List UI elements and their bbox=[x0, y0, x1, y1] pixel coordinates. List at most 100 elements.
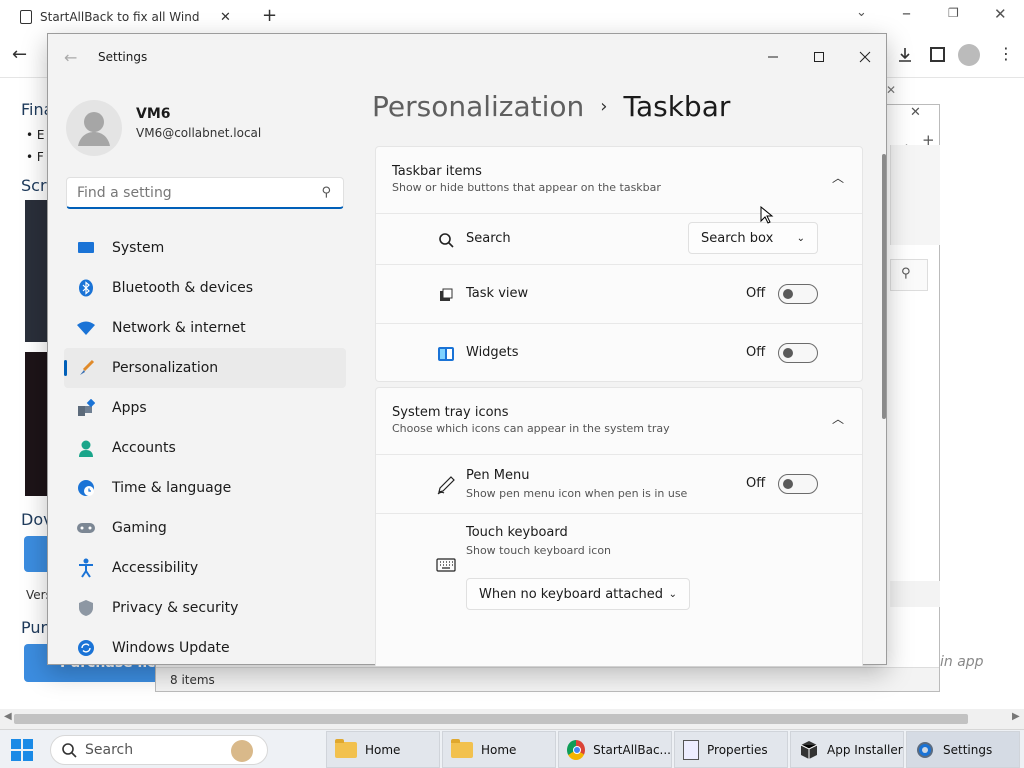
dropdown-value: When no keyboard attached bbox=[479, 586, 663, 602]
minimize-button[interactable] bbox=[750, 42, 796, 72]
close-tab-icon[interactable]: ✕ bbox=[220, 10, 231, 25]
folder-icon bbox=[335, 738, 357, 758]
nav-item-windows-update[interactable]: Windows Update bbox=[64, 628, 346, 668]
chevron-up-icon[interactable]: ︿ bbox=[832, 169, 844, 186]
section-title: System tray icons bbox=[392, 405, 509, 420]
taskbar-search-placeholder: Search bbox=[85, 742, 134, 758]
nav-item-network[interactable]: Network & internet bbox=[64, 308, 346, 348]
taskbar-app-installer[interactable]: App Installer bbox=[790, 731, 904, 768]
breadcrumb: Personalization › Taskbar bbox=[372, 90, 730, 123]
back-arrow-icon[interactable]: ← bbox=[64, 48, 84, 68]
browser-tab[interactable]: StartAllBack to fix all Windows 1 ✕ bbox=[8, 2, 248, 32]
task-view-toggle[interactable] bbox=[778, 284, 818, 304]
taskbar-search-box[interactable]: Search bbox=[50, 735, 268, 765]
scroll-right-arrow[interactable]: ▶ bbox=[1012, 711, 1020, 722]
taskbar-items-header[interactable]: Taskbar items Show or hide buttons that … bbox=[376, 147, 862, 213]
screenshot-thumb-1[interactable] bbox=[25, 200, 49, 342]
screenshot-thumb-2[interactable] bbox=[25, 352, 49, 496]
explorer-search-box[interactable]: ⚲ bbox=[890, 259, 928, 291]
nav-item-bluetooth[interactable]: Bluetooth & devices bbox=[64, 268, 346, 308]
browser-close-button[interactable]: ✕ bbox=[994, 5, 1007, 23]
user-profile[interactable]: VM6 VM6@collabnet.local bbox=[66, 100, 366, 160]
taskbar-app-settings[interactable]: Settings bbox=[906, 731, 1020, 768]
browser-tab-title: StartAllBack to fix all Windows 1 bbox=[40, 10, 200, 24]
nav-item-personalization[interactable]: Personalization bbox=[64, 348, 346, 388]
taskbar-app-chrome[interactable]: StartAllBac... bbox=[558, 731, 672, 768]
toggle-knob bbox=[783, 479, 793, 489]
start-button[interactable] bbox=[10, 738, 34, 762]
taskbar-app-properties[interactable]: Properties bbox=[674, 731, 788, 768]
nav-label: Accessibility bbox=[112, 560, 199, 576]
maximize-button[interactable] bbox=[796, 42, 842, 72]
nav-label: Apps bbox=[112, 400, 147, 416]
gaming-icon bbox=[76, 518, 96, 538]
search-mode-dropdown[interactable]: Search box ⌄ bbox=[688, 222, 818, 254]
browser-minimize-button[interactable]: – bbox=[902, 3, 911, 24]
search-placeholder: Find a setting bbox=[77, 184, 172, 201]
widgets-icon bbox=[436, 344, 456, 364]
touch-keyboard-dropdown[interactable]: When no keyboard attached ⌄ bbox=[466, 578, 690, 610]
scrollbar-thumb[interactable] bbox=[14, 714, 968, 724]
taskbar-app-label: Properties bbox=[707, 742, 768, 757]
pen-menu-row: Pen Menu Show pen menu icon when pen is … bbox=[376, 454, 862, 513]
taskbar-app-label: App Installer bbox=[827, 742, 903, 757]
tab-search-icon[interactable]: ⌄ bbox=[856, 5, 867, 20]
back-arrow-icon[interactable]: ← bbox=[12, 44, 27, 65]
nav-label: System bbox=[112, 240, 165, 256]
nav-item-time-language[interactable]: Time & language bbox=[64, 468, 346, 508]
taskbar-app-home-1[interactable]: Home bbox=[326, 731, 440, 768]
widgets-toggle[interactable] bbox=[778, 343, 818, 363]
row-label: Search bbox=[466, 231, 511, 246]
toggle-state-label: Off bbox=[746, 286, 766, 301]
browser-menu-icon[interactable]: ⋮ bbox=[998, 44, 1014, 63]
nav-item-gaming[interactable]: Gaming bbox=[64, 508, 346, 548]
chevron-right-icon: › bbox=[600, 96, 608, 117]
settings-search-input[interactable]: Find a setting ⚲ bbox=[66, 177, 344, 209]
row-label: Touch keyboard bbox=[466, 525, 568, 540]
new-tab-button[interactable]: + bbox=[262, 5, 277, 26]
toggle-knob bbox=[783, 348, 793, 358]
status-item-count: 8 items bbox=[170, 673, 215, 687]
nav-item-accounts[interactable]: Accounts bbox=[64, 428, 346, 468]
nav-label: Time & language bbox=[112, 480, 232, 496]
row-sublabel: Show touch keyboard icon bbox=[466, 544, 612, 557]
download-icon[interactable] bbox=[896, 46, 914, 64]
nav-label: Gaming bbox=[112, 520, 167, 536]
user-name: VM6 bbox=[136, 106, 171, 122]
search-row: Search Search box ⌄ bbox=[376, 213, 862, 264]
row-sublabel: Show pen menu icon when pen is in use bbox=[466, 487, 688, 500]
explorer-close-icon[interactable]: ✕ bbox=[910, 105, 921, 120]
network-icon bbox=[76, 318, 96, 338]
taskbar-app-home-2[interactable]: Home bbox=[442, 731, 556, 768]
sidebar-toggle-icon[interactable] bbox=[930, 47, 945, 62]
horizontal-scrollbar[interactable]: ◀ ▶ bbox=[0, 709, 1024, 729]
browser-maximize-button[interactable]: ❐ bbox=[948, 6, 959, 20]
mouse-cursor-icon bbox=[760, 205, 774, 224]
shield-icon bbox=[76, 598, 96, 618]
nav-item-accessibility[interactable]: Accessibility bbox=[64, 548, 346, 588]
breadcrumb-parent[interactable]: Personalization bbox=[372, 90, 584, 123]
scroll-left-arrow[interactable]: ◀ bbox=[4, 711, 12, 722]
chevron-up-icon[interactable]: ︿ bbox=[832, 410, 844, 427]
settings-nav: System Bluetooth & devices Network & int… bbox=[64, 228, 346, 668]
explorer-inner-close-icon[interactable]: ✕ bbox=[886, 83, 896, 97]
close-button[interactable] bbox=[842, 42, 888, 72]
section-description: Choose which icons can appear in the sys… bbox=[392, 422, 670, 435]
apps-icon bbox=[76, 398, 96, 418]
system-icon bbox=[76, 238, 96, 258]
settings-scrollbar[interactable] bbox=[882, 154, 886, 419]
search-icon: ⚲ bbox=[901, 266, 911, 281]
dropdown-value: Search box bbox=[701, 230, 774, 246]
system-tray-header[interactable]: System tray icons Choose which icons can… bbox=[376, 388, 862, 454]
status-bar: 8 items bbox=[156, 667, 939, 691]
page-title: Taskbar bbox=[623, 90, 731, 123]
nav-item-apps[interactable]: Apps bbox=[64, 388, 346, 428]
touch-keyboard-row: Touch keyboard Show touch keyboard icon … bbox=[376, 513, 862, 618]
taskbar-app-label: Home bbox=[481, 742, 517, 757]
nav-item-privacy-security[interactable]: Privacy & security bbox=[64, 588, 346, 628]
profile-icon[interactable] bbox=[958, 44, 980, 66]
pen-menu-toggle[interactable] bbox=[778, 474, 818, 494]
chrome-icon bbox=[567, 739, 586, 760]
nav-item-system[interactable]: System bbox=[64, 228, 346, 268]
app-title: Settings bbox=[98, 50, 148, 64]
